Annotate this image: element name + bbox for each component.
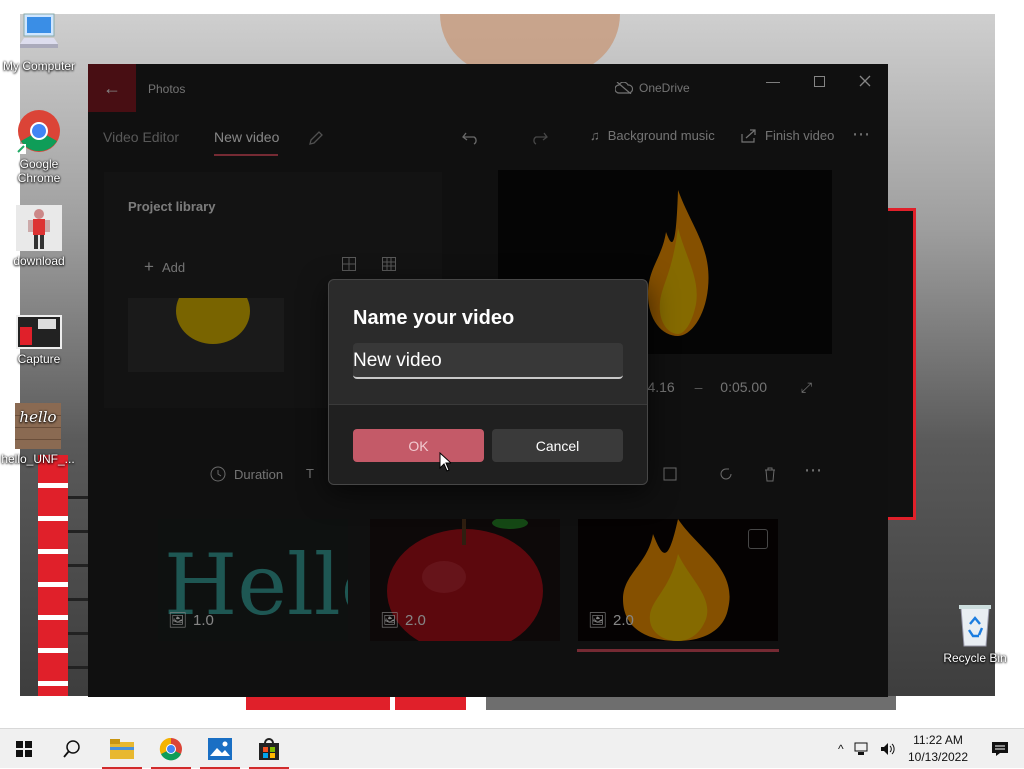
desktop-icon-my-computer[interactable]: My Computer xyxy=(1,10,77,73)
desktop-icon-label: Recycle Bin xyxy=(943,651,1007,665)
dialog-footer: OK Cancel xyxy=(329,404,647,484)
desktop-icon-label: Capture xyxy=(17,352,61,366)
clock-date: 10/13/2022 xyxy=(907,750,969,764)
desktop-icon-hello[interactable]: hello hello_UNF_... xyxy=(0,403,76,466)
wood-image-thumbnail-icon: hello xyxy=(15,403,61,449)
video-name-input[interactable]: New video xyxy=(353,343,623,379)
system-tray: ^ xyxy=(838,729,896,769)
taskbar-file-explorer[interactable] xyxy=(98,729,146,769)
image-thumbnail-icon xyxy=(16,205,62,251)
chevron-up-icon[interactable]: ^ xyxy=(838,742,844,756)
taskbar: ^ 11:22 AM 10/13/2022 xyxy=(0,728,1024,769)
taskbar-photos[interactable] xyxy=(196,729,244,769)
start-button[interactable] xyxy=(0,729,48,769)
computer-icon xyxy=(16,10,62,56)
desktop-icon-google-chrome[interactable]: Google Chrome xyxy=(1,108,77,185)
cancel-button[interactable]: Cancel xyxy=(492,429,623,462)
ok-button[interactable]: OK xyxy=(353,429,484,462)
taskbar-chrome[interactable] xyxy=(147,729,195,769)
network-icon[interactable] xyxy=(854,742,870,756)
photos-icon xyxy=(208,738,232,760)
desktop-icon-capture[interactable]: Capture xyxy=(1,315,77,366)
desktop-icon-recycle-bin[interactable]: Recycle Bin xyxy=(937,602,1013,665)
chrome-icon xyxy=(159,737,182,761)
dialog-title: Name your video xyxy=(353,307,515,329)
name-video-dialog: Name your video New video OK Cancel xyxy=(328,279,648,485)
chrome-icon xyxy=(16,108,62,154)
wallpaper-bottom-red xyxy=(246,696,466,710)
taskbar-clock[interactable]: 11:22 AM 10/13/2022 xyxy=(900,732,976,766)
desktop: My Computer Google Chrome download Captu… xyxy=(0,0,1024,728)
wallpaper-red-bars xyxy=(38,455,68,710)
wallpaper-ticks xyxy=(68,465,90,705)
clock-time: 11:22 AM xyxy=(913,733,963,747)
folder-icon xyxy=(110,739,134,759)
mouse-cursor-icon xyxy=(439,452,451,472)
recycle-bin-icon xyxy=(952,602,998,648)
desktop-icon-download[interactable]: download xyxy=(1,205,77,268)
taskbar-store[interactable] xyxy=(245,729,293,769)
desktop-icon-label: My Computer xyxy=(2,59,76,73)
svg-text:hello: hello xyxy=(19,408,56,426)
windows-logo-icon xyxy=(16,741,32,757)
wallpaper-bottom-gray xyxy=(486,696,896,710)
desktop-icon-label: hello_UNF_... xyxy=(1,452,75,466)
store-bag-icon xyxy=(259,738,279,760)
volume-icon[interactable] xyxy=(880,742,896,756)
desktop-icon-label: download xyxy=(13,254,65,268)
search-icon xyxy=(63,740,80,758)
desktop-icon-label: Google Chrome xyxy=(17,157,61,185)
search-button[interactable] xyxy=(48,729,96,769)
notification-icon xyxy=(992,742,1008,756)
notification-center-button[interactable] xyxy=(976,729,1024,769)
screenshot-thumbnail-icon xyxy=(16,315,62,349)
